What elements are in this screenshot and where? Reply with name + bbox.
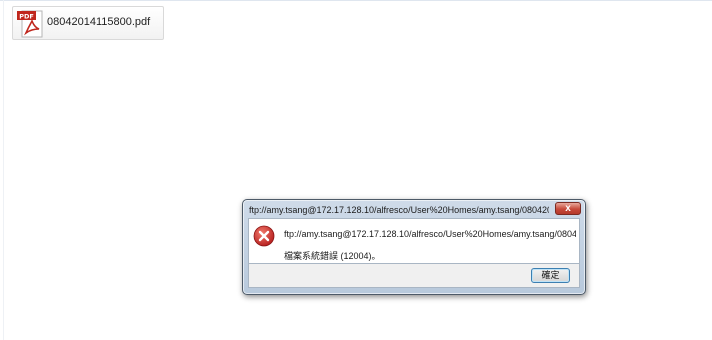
pdf-file-icon: PDF: [17, 10, 43, 38]
message-path: ftp://amy.tsang@172.17.128.10/alfresco/U…: [284, 229, 576, 239]
file-name: 08042014115800.pdf: [47, 16, 151, 28]
pdf-badge-text: PDF: [19, 12, 34, 20]
file-item[interactable]: PDF 08042014115800.pdf: [12, 6, 164, 40]
ok-button[interactable]: 確定: [531, 268, 570, 283]
window-left-border: [3, 0, 4, 340]
close-icon: x: [565, 203, 571, 214]
dialog-body: ftp://amy.tsang@172.17.128.10/alfresco/U…: [248, 218, 580, 264]
close-button[interactable]: x: [555, 202, 581, 215]
window-top-border: [0, 0, 712, 1]
error-icon: [253, 225, 275, 247]
dialog-footer: 確定: [248, 264, 580, 288]
error-dialog: ftp://amy.tsang@172.17.128.10/alfresco/U…: [242, 199, 586, 295]
message-text: 檔案系統錯誤 (12004)。: [284, 251, 381, 261]
dialog-title: ftp://amy.tsang@172.17.128.10/alfresco/U…: [249, 205, 549, 215]
